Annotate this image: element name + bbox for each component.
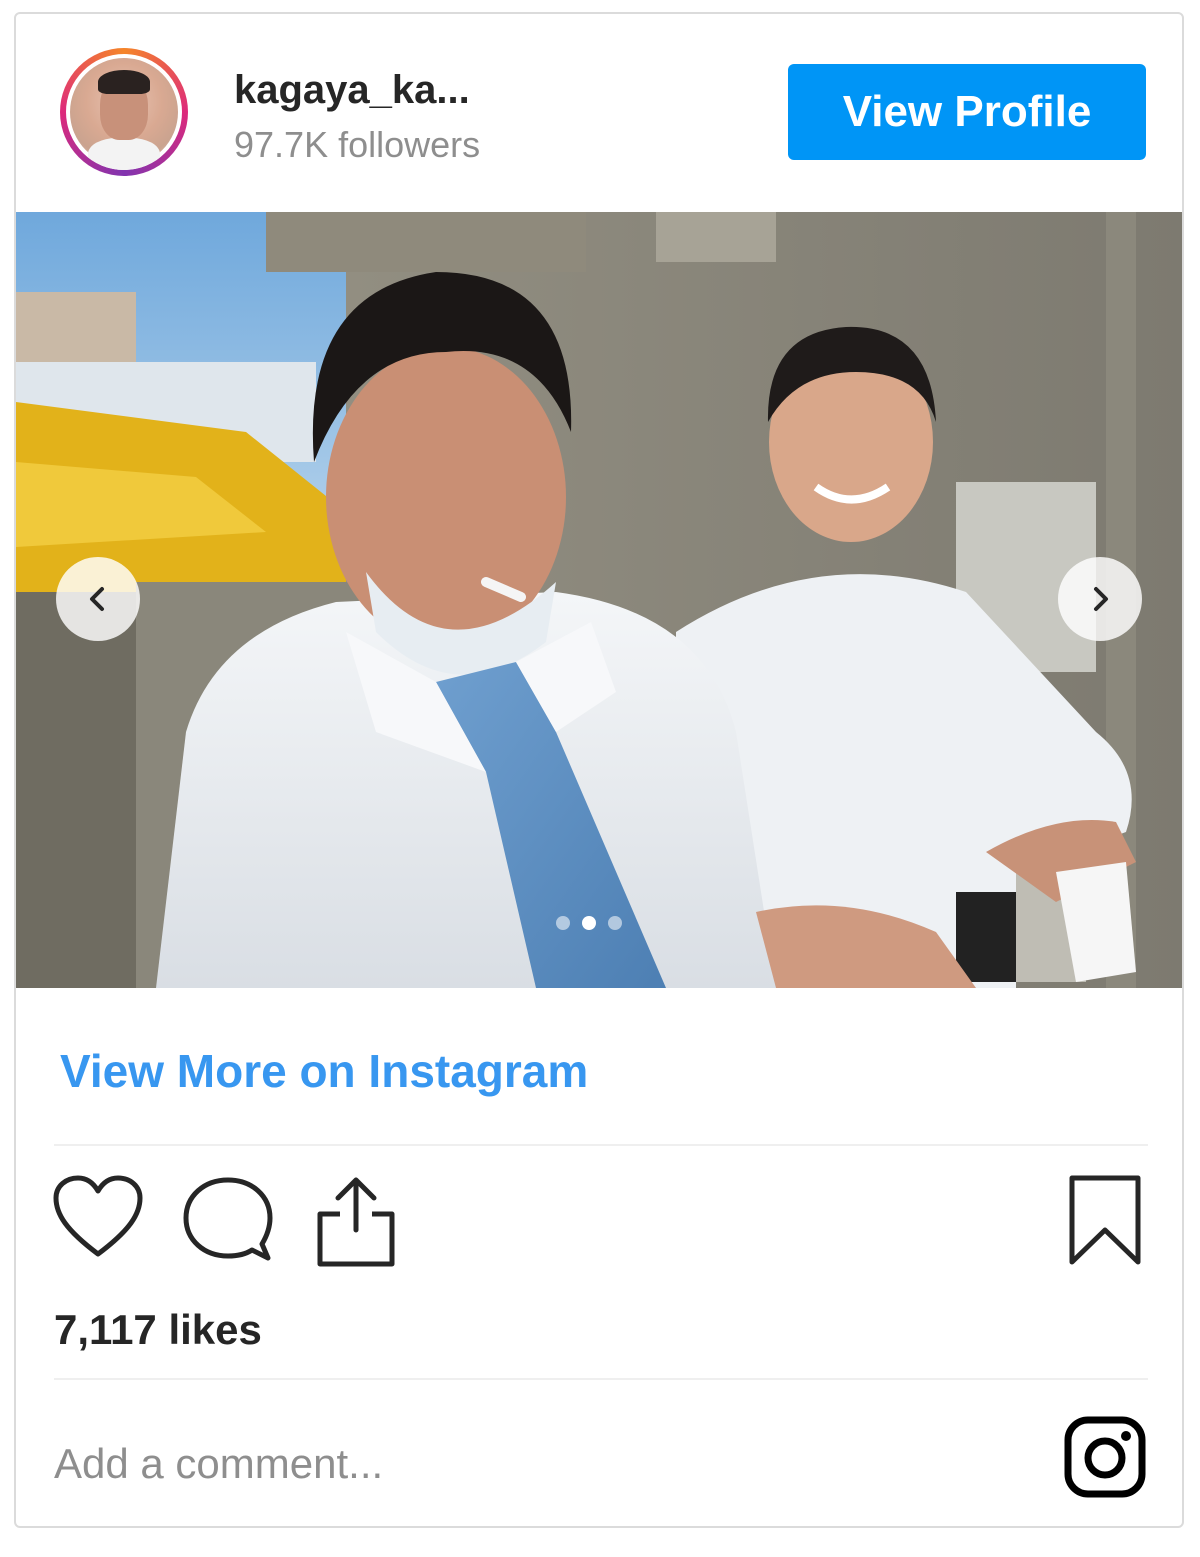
chevron-right-icon bbox=[1094, 587, 1108, 611]
action-bar bbox=[16, 1174, 1182, 1274]
carousel-next-button[interactable] bbox=[1058, 557, 1142, 641]
avatar[interactable] bbox=[60, 48, 188, 176]
instagram-logo-link[interactable] bbox=[1064, 1416, 1146, 1503]
chevron-left-icon bbox=[90, 587, 104, 611]
follower-count: 97.7K followers bbox=[234, 124, 481, 165]
carousel-indicator bbox=[556, 916, 622, 930]
instagram-embed-card: kagaya_ka... 97.7K followers View Profil… bbox=[14, 12, 1184, 1528]
comment-icon bbox=[183, 1177, 273, 1261]
carousel-dot bbox=[556, 916, 570, 930]
carousel-dot bbox=[608, 916, 622, 930]
add-comment-input[interactable]: Add a comment... bbox=[54, 1440, 383, 1488]
view-profile-button[interactable]: View Profile bbox=[788, 64, 1146, 160]
post-photo bbox=[16, 212, 1182, 988]
save-button[interactable] bbox=[1068, 1174, 1142, 1271]
post-media[interactable] bbox=[16, 212, 1182, 988]
view-more-link[interactable]: View More on Instagram bbox=[60, 1044, 588, 1098]
bookmark-icon bbox=[1069, 1175, 1141, 1265]
carousel-prev-button[interactable] bbox=[56, 557, 140, 641]
avatar-photo bbox=[70, 58, 178, 170]
like-count: 7,117 likes bbox=[54, 1306, 262, 1353]
instagram-logo-icon bbox=[1064, 1416, 1146, 1498]
username[interactable]: kagaya_ka... bbox=[234, 68, 470, 113]
like-button[interactable] bbox=[52, 1174, 144, 1265]
share-button[interactable] bbox=[314, 1174, 398, 1275]
comment-button[interactable] bbox=[182, 1174, 274, 1271]
heart-icon bbox=[53, 1175, 143, 1257]
divider bbox=[54, 1144, 1148, 1146]
carousel-dot-active bbox=[582, 916, 596, 930]
divider bbox=[54, 1378, 1148, 1380]
post-header: kagaya_ka... 97.7K followers View Profil… bbox=[16, 14, 1182, 212]
share-icon bbox=[317, 1177, 395, 1267]
